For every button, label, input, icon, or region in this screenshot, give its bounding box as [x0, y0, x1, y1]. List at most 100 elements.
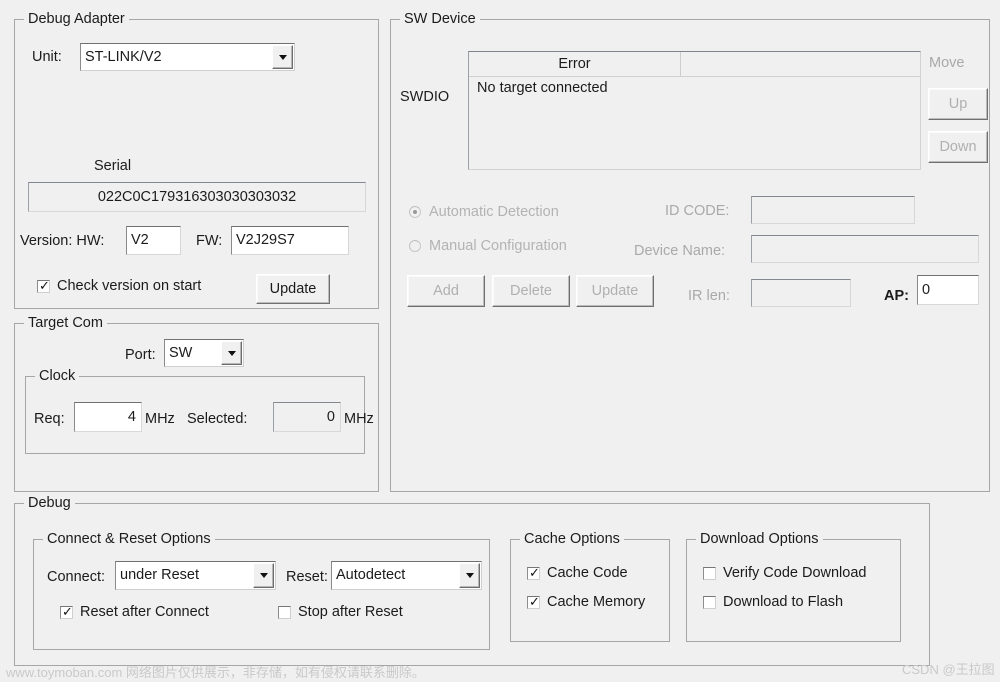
- watermark-right: CSDN @王拉图: [902, 662, 995, 677]
- port-combobox-dropdown-button[interactable]: [221, 341, 242, 365]
- hw-version-field[interactable]: V2: [126, 226, 181, 255]
- connect-combobox-value: under Reset: [120, 568, 199, 583]
- ap-field[interactable]: 0: [917, 275, 979, 305]
- connect-reset-options-group: Connect & Reset Options Connect: under R…: [33, 530, 490, 650]
- automatic-detection-radio[interactable]: Automatic Detection: [409, 203, 559, 221]
- delete-device-button[interactable]: Delete: [492, 275, 570, 307]
- check-version-on-start-label: Check version on start: [57, 278, 202, 294]
- check-version-on-start-checkbox[interactable]: ✓ Check version on start: [37, 277, 201, 295]
- verify-code-download-label: Verify Code Download: [723, 565, 867, 581]
- selected-unit-label: MHz: [344, 411, 374, 427]
- stop-after-reset-checkbox[interactable]: Stop after Reset: [278, 603, 403, 621]
- clock-legend: Clock: [35, 367, 80, 385]
- swdio-label: SWDIO: [400, 89, 450, 105]
- update-adapter-button[interactable]: Update: [256, 274, 330, 304]
- reset-after-connect-checkbox[interactable]: ✓ Reset after Connect: [60, 603, 209, 621]
- download-to-flash-checkbox[interactable]: Download to Flash: [703, 593, 843, 611]
- port-combobox-value: SW: [169, 345, 193, 361]
- radio-dot-icon: [409, 240, 421, 252]
- move-up-button[interactable]: Up: [928, 88, 988, 120]
- device-name-label: Device Name:: [634, 243, 726, 259]
- sw-device-list-header: Error: [469, 52, 920, 77]
- unit-combobox-dropdown-button[interactable]: [272, 45, 293, 69]
- reset-after-connect-box: ✓: [60, 603, 73, 619]
- add-device-button-label: Add: [433, 282, 459, 299]
- ir-len-field[interactable]: [751, 279, 851, 307]
- cache-memory-checkbox[interactable]: ✓ Cache Memory: [527, 593, 645, 611]
- chevron-down-icon: [259, 573, 268, 578]
- debug-group: Debug Connect & Reset Options Connect: u…: [14, 494, 930, 666]
- row-error-cell: No target connected: [477, 80, 608, 96]
- connect-combobox[interactable]: under Reset: [115, 561, 276, 590]
- id-code-label: ID CODE:: [665, 203, 730, 219]
- manual-configuration-radio[interactable]: Manual Configuration: [409, 237, 567, 255]
- radio-dot-icon: [409, 206, 421, 218]
- cache-code-label: Cache Code: [547, 565, 628, 581]
- serial-value: 022C0C179316303030303032: [97, 188, 297, 205]
- verify-code-download-box: [703, 566, 716, 580]
- selected-clock-field: 0: [273, 402, 341, 432]
- debug-adapter-legend: Debug Adapter: [24, 10, 129, 28]
- stop-after-reset-label: Stop after Reset: [298, 604, 403, 620]
- fw-label: FW:: [196, 233, 223, 249]
- unit-combobox[interactable]: ST-LINK/V2: [80, 43, 295, 71]
- stop-after-reset-box: [278, 605, 291, 619]
- serial-label: Serial: [94, 158, 132, 174]
- automatic-detection-label: Automatic Detection: [429, 204, 559, 220]
- chevron-down-icon: [278, 54, 287, 60]
- unit-combobox-value: ST-LINK/V2: [85, 49, 162, 65]
- cache-memory-label: Cache Memory: [547, 594, 646, 610]
- debug-legend: Debug: [24, 494, 75, 512]
- cache-options-legend: Cache Options: [520, 530, 624, 548]
- target-com-group: Target Com Port: SW Clock Req: 4 MHz Sel…: [14, 314, 379, 492]
- manual-configuration-label: Manual Configuration: [429, 238, 567, 254]
- add-device-button[interactable]: Add: [407, 275, 485, 307]
- version-label: Version: HW:: [20, 233, 105, 249]
- sw-device-listbox[interactable]: Error No target connected: [468, 51, 921, 170]
- hw-version-value: V2: [131, 232, 149, 249]
- check-version-on-start-box: ✓: [37, 279, 50, 293]
- cache-memory-box: ✓: [527, 595, 540, 609]
- device-name-field[interactable]: [751, 235, 979, 263]
- checkmark-icon: ✓: [62, 603, 73, 619]
- debug-adapter-group: Debug Adapter Unit: ST-LINK/V2 Serial 02…: [14, 10, 379, 309]
- update-adapter-button-label: Update: [269, 280, 317, 297]
- column-header-blank[interactable]: [681, 52, 920, 76]
- chevron-down-icon: [465, 573, 474, 578]
- move-label: Move: [929, 55, 965, 71]
- download-to-flash-label: Download to Flash: [723, 594, 844, 610]
- connect-combobox-dropdown-button[interactable]: [253, 563, 274, 588]
- req-clock-value: 4: [127, 408, 136, 425]
- table-row[interactable]: No target connected: [469, 77, 920, 99]
- reset-combobox[interactable]: Autodetect: [331, 561, 482, 590]
- checkmark-icon: ✓: [529, 564, 540, 580]
- cache-options-group: Cache Options ✓ Cache Code ✓ Cache Memor…: [510, 530, 670, 642]
- connect-reset-options-legend: Connect & Reset Options: [43, 530, 215, 548]
- target-com-legend: Target Com: [24, 314, 107, 332]
- verify-code-download-checkbox[interactable]: Verify Code Download: [703, 564, 866, 582]
- req-label: Req:: [34, 411, 65, 427]
- id-code-field[interactable]: [751, 196, 915, 224]
- req-unit-label: MHz: [145, 411, 175, 427]
- req-clock-field[interactable]: 4: [74, 402, 142, 432]
- watermark-left: www.toymoban.com 网络图片仅供展示，非存储，如有侵权请联系删除。: [6, 665, 425, 680]
- port-combobox[interactable]: SW: [164, 339, 244, 367]
- fw-version-field[interactable]: V2J29S7: [231, 226, 349, 255]
- cache-code-box: ✓: [527, 564, 540, 580]
- download-to-flash-box: [703, 595, 716, 609]
- move-down-button[interactable]: Down: [928, 131, 988, 163]
- move-up-button-label: Up: [948, 95, 968, 112]
- update-device-button-label: Update: [591, 282, 639, 299]
- reset-label: Reset:: [286, 569, 328, 585]
- ir-len-label: IR len:: [688, 288, 730, 304]
- update-device-button[interactable]: Update: [576, 275, 654, 307]
- unit-label: Unit:: [32, 49, 62, 65]
- reset-combobox-dropdown-button[interactable]: [459, 563, 480, 588]
- cache-code-checkbox[interactable]: ✓ Cache Code: [527, 564, 628, 582]
- clock-group: Clock Req: 4 MHz Selected: 0 MHz: [25, 367, 374, 454]
- serial-field[interactable]: 022C0C179316303030303032: [28, 182, 366, 212]
- column-header-error[interactable]: Error: [469, 52, 681, 76]
- selected-clock-value: 0: [326, 408, 335, 425]
- chevron-down-icon: [227, 350, 236, 356]
- port-label: Port:: [125, 347, 156, 363]
